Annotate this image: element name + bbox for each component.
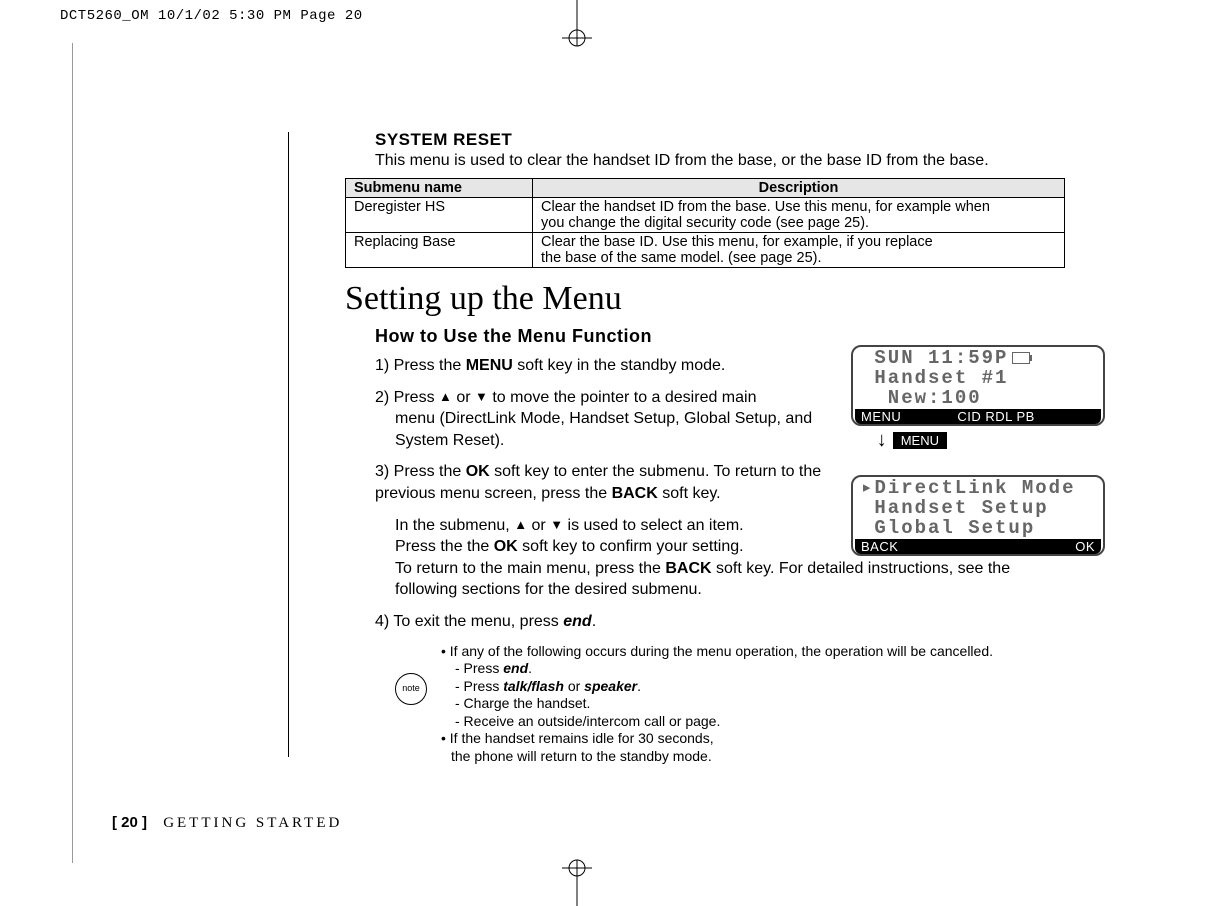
crop-mark-bottom-icon bbox=[552, 856, 602, 906]
step-4: 4) To exit the menu, press end. bbox=[375, 611, 1105, 633]
menu-arrow-block: ↓ MENU bbox=[877, 430, 947, 450]
lcd-softkey-bar: BACK OK bbox=[855, 539, 1101, 555]
lcd-softkey: CID RDL PB bbox=[957, 410, 1034, 424]
text: . bbox=[592, 613, 596, 630]
table-header-description: Description bbox=[533, 179, 1065, 198]
note-line: the phone will return to the standby mod… bbox=[451, 748, 993, 766]
table-text: Clear the base ID. Use this menu, for ex… bbox=[541, 234, 933, 250]
text: 4) To exit the menu, press bbox=[375, 613, 563, 630]
note-icon: note bbox=[395, 673, 427, 705]
text: menu (DirectLink Mode, Handset Setup, Gl… bbox=[375, 408, 855, 451]
note-dash: - Charge the handset. bbox=[455, 695, 993, 713]
down-triangle-icon: ▼ bbox=[550, 517, 563, 532]
system-reset-intro: This menu is used to clear the handset I… bbox=[375, 152, 1105, 170]
text: In the submenu, bbox=[395, 517, 514, 534]
table-cell: Replacing Base bbox=[346, 233, 533, 268]
lcd-softkey: OK bbox=[1075, 540, 1095, 554]
table-row: Replacing Base Clear the base ID. Use th… bbox=[346, 233, 1065, 268]
text: or bbox=[564, 678, 584, 694]
table-cell: Clear the base ID. Use this menu, for ex… bbox=[533, 233, 1065, 268]
text: 1) Press the bbox=[375, 357, 466, 374]
menu-tag: MENU bbox=[893, 432, 947, 449]
battery-icon bbox=[1012, 352, 1030, 364]
printer-slug: DCT5260_OM 10/1/02 5:30 PM Page 20 bbox=[60, 8, 363, 24]
text-bold: end bbox=[563, 613, 591, 630]
text-bold: OK bbox=[466, 463, 490, 480]
text: . bbox=[528, 660, 532, 676]
note-text: • If any of the following occurs during … bbox=[441, 643, 993, 766]
table-header-submenu: Submenu name bbox=[346, 179, 533, 198]
step-2: 2) Press ▲ or ▼ to move the pointer to a… bbox=[375, 387, 855, 452]
text-bold: end bbox=[503, 660, 528, 676]
text-bold: speaker bbox=[584, 678, 637, 694]
system-reset-title: SYSTEM RESET bbox=[375, 130, 1105, 150]
table-cell: Deregister HS bbox=[346, 198, 533, 233]
lcd-line: Handset Setup bbox=[855, 499, 1101, 519]
text-bold: OK bbox=[494, 538, 518, 555]
text: - Press bbox=[455, 660, 503, 676]
text-bold: talk/flash bbox=[503, 678, 564, 694]
text-bold: BACK bbox=[612, 485, 658, 502]
note-bullet: • If any of the following occurs during … bbox=[441, 643, 993, 661]
lcd-softkey: BACK bbox=[861, 540, 898, 554]
page-footer: [ 20 ] GETTING STARTED bbox=[112, 814, 342, 832]
lcd-line: SUN 11:59P bbox=[855, 349, 1101, 369]
text: . bbox=[637, 678, 641, 694]
lcd-softkey: MENU bbox=[861, 410, 901, 424]
down-arrow-icon: ↓ bbox=[877, 430, 887, 450]
note-dash: - Press end. bbox=[455, 660, 993, 678]
lcd-screen-standby: SUN 11:59P Handset #1 New:100 MENU CID R… bbox=[851, 345, 1105, 426]
text-bold: BACK bbox=[665, 560, 711, 577]
text: soft key to confirm your setting. bbox=[518, 538, 744, 555]
table-text: you change the digital security code (se… bbox=[541, 215, 869, 231]
content-left-rule bbox=[288, 132, 289, 757]
table-text: Clear the handset ID from the base. Use … bbox=[541, 199, 990, 215]
up-triangle-icon: ▲ bbox=[439, 389, 452, 404]
footer-section: GETTING STARTED bbox=[163, 815, 342, 831]
lcd-softkey bbox=[1091, 410, 1095, 424]
text: 2) Press bbox=[375, 389, 439, 406]
lcd-line: ▸DirectLink Mode bbox=[855, 479, 1101, 499]
note-dash: - Press talk/flash or speaker. bbox=[455, 678, 993, 696]
lcd-line: New:100 bbox=[855, 389, 1101, 409]
pointer-icon: ▸ bbox=[861, 477, 874, 499]
submenu-table: Submenu name Description Deregister HS C… bbox=[345, 178, 1065, 268]
lcd-line: Global Setup bbox=[855, 519, 1101, 539]
text: to move the pointer to a desired main bbox=[488, 389, 757, 406]
note-dash: - Receive an outside/intercom call or pa… bbox=[455, 713, 993, 731]
text: is used to select an item. bbox=[563, 517, 744, 534]
how-to-heading: How to Use the Menu Function bbox=[375, 326, 1105, 347]
text: or bbox=[527, 517, 550, 534]
up-triangle-icon: ▲ bbox=[514, 517, 527, 532]
note-bullet: • If the handset remains idle for 30 sec… bbox=[441, 730, 993, 748]
table-text: the base of the same model. (see page 25… bbox=[541, 250, 822, 266]
lcd-softkey-bar: MENU CID RDL PB bbox=[855, 409, 1101, 425]
table-row: Deregister HS Clear the handset ID from … bbox=[346, 198, 1065, 233]
page-number: [ 20 ] bbox=[112, 814, 147, 831]
text: - Press bbox=[455, 678, 503, 694]
lcd-line: Handset #1 bbox=[855, 369, 1101, 389]
text: or bbox=[452, 389, 475, 406]
table-cell: Clear the handset ID from the base. Use … bbox=[533, 198, 1065, 233]
text-bold: MENU bbox=[466, 357, 513, 374]
text: soft key. bbox=[658, 485, 721, 502]
lcd-screen-menu: ▸DirectLink Mode Handset Setup Global Se… bbox=[851, 475, 1105, 556]
step-3: 3) Press the OK soft key to enter the su… bbox=[375, 461, 865, 504]
main-content: SYSTEM RESET This menu is used to clear … bbox=[345, 130, 1105, 765]
down-triangle-icon: ▼ bbox=[475, 389, 488, 404]
text: soft key in the standby mode. bbox=[513, 357, 726, 374]
text: Press the the bbox=[395, 538, 494, 555]
text: 3) Press the bbox=[375, 463, 466, 480]
note-block: note • If any of the following occurs du… bbox=[395, 643, 1105, 766]
page-heading: Setting up the Menu bbox=[345, 280, 1105, 318]
text: To return to the main menu, press the bbox=[395, 560, 665, 577]
